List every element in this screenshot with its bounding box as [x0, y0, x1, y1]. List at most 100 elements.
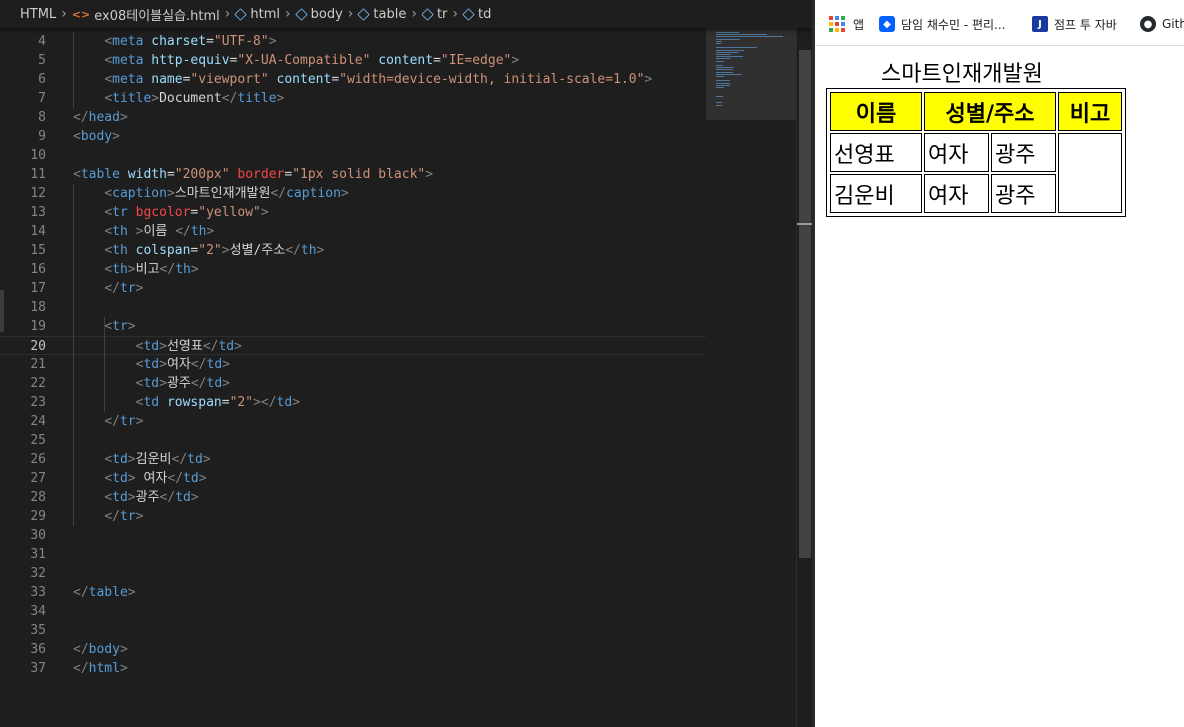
code-line[interactable]: 14 <th >이름 </th> [0, 222, 706, 241]
code-line[interactable]: 35 [0, 621, 706, 640]
code-line[interactable]: 37 </html> [0, 659, 706, 678]
code-line[interactable]: 4 <meta charset="UTF-8"> [0, 32, 706, 51]
minimap[interactable] [706, 28, 796, 727]
code-line[interactable]: 27 <td> 여자</td> [0, 469, 706, 488]
line-number: 27 [30, 471, 46, 486]
code-text: <td>여자</td> [135, 357, 230, 372]
scrollbar-thumb[interactable] [799, 50, 811, 558]
breadcrumb-item-html-mode[interactable]: HTML [20, 7, 56, 22]
code-line[interactable]: 28 <td>광주</td> [0, 488, 706, 507]
breadcrumb-label: table [373, 6, 407, 22]
minimap-line [716, 80, 731, 82]
code-line[interactable]: 7 <title>Document</title> [0, 89, 706, 108]
code-line[interactable]: 26 <td>김운비</td> [0, 450, 706, 469]
cursor-position-marker [797, 223, 812, 225]
code-text: </tr> [104, 414, 144, 429]
code-editor[interactable]: HTML › <> ex08테이블실습.html › html › body ›… [0, 0, 812, 727]
breadcrumb-item-html[interactable]: html [234, 7, 280, 22]
bookmark-github[interactable]: ● Gith [1140, 14, 1184, 34]
code-text: <meta charset="UTF-8"> [104, 34, 277, 49]
code-text-area[interactable]: 4 <meta charset="UTF-8"> 5 <meta http-equ… [0, 28, 706, 727]
table-cell: 선영표 [830, 133, 922, 172]
breadcrumb-label: body [310, 6, 343, 22]
indent-guide [73, 32, 74, 108]
code-line[interactable]: 16 <th>비고</th> [0, 260, 706, 279]
code-text: </head> [73, 110, 128, 125]
table-cell: 여자 [924, 133, 989, 172]
code-text: <tr bgcolor="yellow"> [104, 205, 269, 220]
code-line[interactable]: 12 <caption>스마트인재개발원</caption> [0, 184, 706, 203]
code-line[interactable]: 22 <td>광주</td> [0, 374, 706, 393]
github-icon: ● [1140, 16, 1156, 32]
breadcrumb-item-body[interactable]: body [294, 6, 343, 22]
breadcrumb-item-table[interactable]: table [357, 6, 407, 22]
line-number: 21 [30, 357, 46, 372]
chevron-right-icon: › [411, 6, 417, 22]
minimap-line [716, 43, 722, 44]
bookmarks-bar: 앱 ◆ 담임 채수민 - 편리... J 점프 투 자바 ● Gith [815, 0, 1184, 46]
code-text: <table width="200px" border="1px solid b… [73, 167, 434, 182]
breadcrumb-label: HTML [20, 6, 57, 22]
line-number: 17 [30, 281, 46, 296]
code-line[interactable]: 34 [0, 602, 706, 621]
element-cube-icon [421, 7, 434, 21]
code-line[interactable]: 18 [0, 298, 706, 317]
code-line[interactable]: 32 [0, 564, 706, 583]
code-line[interactable]: 23 <td rowspan="2"></td> [0, 393, 706, 412]
minimap-line [716, 40, 723, 42]
bookmark-label: 앱 [853, 17, 865, 32]
code-text: </body> [73, 642, 128, 657]
minimap-line [716, 84, 730, 86]
code-line[interactable]: 31 [0, 545, 706, 564]
line-number: 30 [30, 528, 46, 543]
code-line[interactable]: 8 </head> [0, 108, 706, 127]
bookmark-dropbox[interactable]: ◆ 담임 채수민 - 편리... [879, 14, 1006, 34]
code-line[interactable]: 21 <td>여자</td> [0, 355, 706, 374]
sash-handle[interactable] [0, 290, 4, 332]
vertical-scrollbar[interactable] [796, 28, 812, 727]
line-number: 18 [30, 300, 46, 315]
breadcrumb-item-file[interactable]: <> ex08테이블실습.html [72, 5, 220, 24]
code-line[interactable]: 17 </tr> [0, 279, 706, 298]
code-line[interactable]: 24 </tr> [0, 412, 706, 431]
code-line[interactable]: 15 <th colspan="2">성별/주소</th> [0, 241, 706, 260]
chevron-right-icon: › [224, 6, 231, 22]
code-text: <title>Document</title> [104, 91, 285, 106]
breadcrumb-item-td[interactable]: td [462, 6, 492, 22]
code-line[interactable]: 13 <tr bgcolor="yellow"> [0, 203, 706, 222]
code-line[interactable]: 11 <table width="200px" border="1px solid… [0, 165, 706, 184]
chevron-right-icon: › [347, 6, 354, 22]
minimap-line [716, 58, 730, 60]
line-number: 33 [30, 585, 46, 600]
element-cube-icon [294, 7, 308, 21]
code-text: <th colspan="2">성별/주소</th> [104, 243, 325, 258]
line-number: 25 [30, 433, 46, 448]
bookmark-jump-to-java[interactable]: J 점프 투 자바 [1032, 14, 1117, 34]
browser-preview: 앱 ◆ 담임 채수민 - 편리... J 점프 투 자바 ● Gith 스마트인… [815, 0, 1184, 727]
code-line[interactable]: 36 </body> [0, 640, 706, 659]
rendered-table: 이름 성별/주소 비고 선영표 여자 광주 김운비 여자 광주 [826, 88, 1126, 217]
table-cell: 김운비 [830, 174, 922, 213]
code-text: <td>김운비</td> [104, 452, 211, 467]
table-cell: 여자 [924, 174, 989, 213]
code-line[interactable]: 30 [0, 526, 706, 545]
code-line[interactable]: 29 </tr> [0, 507, 706, 526]
breadcrumb-item-tr[interactable]: tr [421, 7, 447, 22]
chevron-right-icon: › [452, 6, 459, 22]
table-cell: 광주 [991, 133, 1056, 172]
code-line[interactable]: 19 <tr> [0, 317, 706, 336]
code-line[interactable]: 25 [0, 431, 706, 450]
code-line[interactable]: 5 <meta http-equiv="X-UA-Compatible" con… [0, 51, 706, 70]
minimap-line [716, 65, 724, 66]
code-line[interactable]: 10 [0, 146, 706, 165]
code-line[interactable]: 33 </table> [0, 583, 706, 602]
code-line[interactable]: 20 <td>선영표</td> [0, 336, 706, 355]
header-cell-gender-address: 성별/주소 [924, 92, 1056, 131]
minimap-line [716, 51, 739, 53]
code-line[interactable]: 6 <meta name="viewport" content="width=d… [0, 70, 706, 89]
bookmark-apps[interactable]: 앱 [829, 14, 864, 34]
breadcrumb-label: td [478, 6, 492, 22]
apps-grid-icon [829, 16, 845, 32]
indent-guide [73, 184, 74, 526]
code-line[interactable]: 9 <body> [0, 127, 706, 146]
